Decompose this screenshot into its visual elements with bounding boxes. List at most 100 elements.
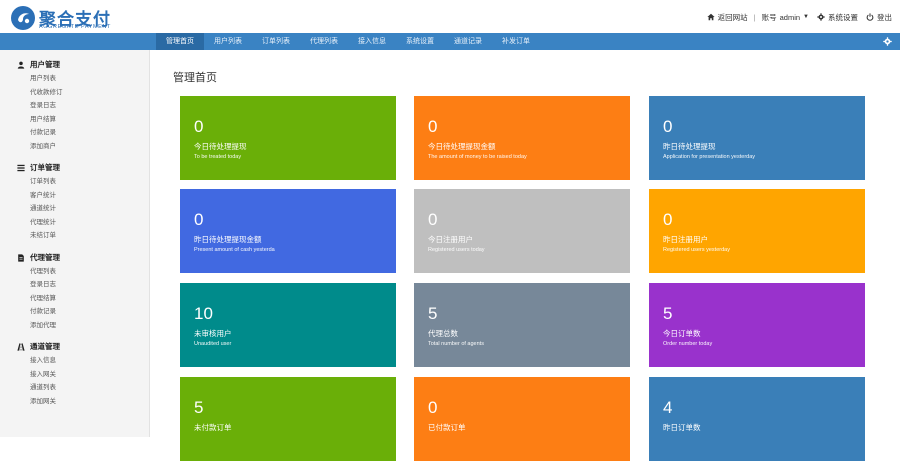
stat-sublabel: The amount of money to be raised today	[428, 154, 527, 160]
sidebar-group-2: 订单管理订单列表 客户统计 通道统计 代理统计 未结订单	[0, 161, 149, 243]
road-icon	[17, 343, 25, 351]
sidebar-link[interactable]: 登录日志	[0, 278, 149, 292]
stat-value: 5	[663, 304, 673, 323]
stat-card[interactable]: 0 今日待处理提现 To be treated today	[180, 96, 396, 180]
account-menu[interactable]: 账号 admin ▼	[762, 12, 809, 23]
stat-value: 4	[663, 398, 673, 417]
nav-tab-7[interactable]: 通道记录	[444, 33, 492, 50]
stat-sublabel: To be treated today	[194, 154, 242, 160]
stat-value: 10	[194, 304, 213, 323]
sidebar-link[interactable]: 用户列表	[0, 72, 149, 86]
stat-value: 0	[428, 210, 438, 229]
sidebar-link[interactable]: 添加商户	[0, 140, 149, 154]
stat-sublabel: Registered users yesterday	[663, 247, 730, 253]
main-content: 管理首页 0 今日待处理提现 To be treated today 0 今日待处理提现…	[150, 50, 900, 461]
stat-card[interactable]: 10 未审核用户 Unaudited user	[180, 283, 396, 367]
sidebar-link[interactable]: 登录日志	[0, 99, 149, 113]
stat-sublabel: Application for presentation yesterday	[663, 154, 756, 160]
stat-label: 今日注册用户	[428, 235, 473, 244]
sidebar-link[interactable]: 接入网关	[0, 368, 149, 382]
sidebar-link[interactable]: 通道列表	[0, 381, 149, 395]
stat-sublabel: Unaudited user	[194, 341, 232, 347]
stat-card[interactable]: 0 今日待处理提现金额 The amount of money to be rais…	[414, 96, 630, 180]
stat-card[interactable]: 0 昨日注册用户 Registered users yesterday	[649, 189, 865, 273]
nav-tab-1[interactable]: 管理首页	[156, 33, 204, 50]
top-header: 聚合支付 AGGREGATE PAYMENT 返回网站 | 账号 admin ▼…	[0, 0, 900, 33]
sidebar-link[interactable]: 代理统计	[0, 216, 149, 230]
sidebar-link[interactable]: 订单列表	[0, 175, 149, 189]
caret-down-icon: ▼	[803, 14, 809, 20]
sidebar-group-title[interactable]: 用户管理	[0, 58, 149, 72]
brand-logo[interactable]: 聚合支付 AGGREGATE PAYMENT	[10, 5, 130, 31]
stat-card[interactable]: 5 未付款订单	[180, 377, 396, 461]
nav-tab-5[interactable]: 接入信息	[348, 33, 396, 50]
sidebar-group-label: 代理管理	[30, 252, 60, 262]
stat-label: 今日待处理提现	[194, 142, 247, 151]
stat-value: 0	[194, 117, 204, 136]
stat-label: 今日订单数	[663, 329, 701, 338]
stat-card[interactable]: 0 今日注册用户 Registered users today	[414, 189, 630, 273]
sidebar: 用户管理 用户列表 代收款修订 登录日志 用户结算 付款记录 添加商户 订单管理 订单列表 客户统…	[0, 50, 150, 437]
sidebar-group-title[interactable]: 通道管理	[0, 340, 149, 354]
sidebar-link[interactable]: 客户统计	[0, 189, 149, 203]
stat-value: 5	[428, 304, 438, 323]
nav-tab-3[interactable]: 订单列表	[252, 33, 300, 50]
stat-card[interactable]: 0 已付款订单	[414, 377, 630, 461]
stat-value: 0	[428, 117, 438, 136]
stat-card[interactable]: 0 昨日待处理提现 Application for presentation yes…	[649, 96, 865, 180]
home-icon	[707, 13, 715, 21]
header-divider: |	[753, 12, 756, 22]
nav-tab-8[interactable]: 补发订单	[492, 33, 540, 50]
sidebar-group-3: 代理管理代理列表 登录日志 代理结算 付款记录 添加代理	[0, 251, 149, 333]
nav-tab-6[interactable]: 系统设置	[396, 33, 444, 50]
nav-tab-2[interactable]: 用户列表	[204, 33, 252, 50]
power-icon	[866, 13, 874, 21]
sidebar-link[interactable]: 付款记录	[0, 126, 149, 140]
stat-value: 0	[663, 117, 673, 136]
sidebar-link[interactable]: 通道统计	[0, 202, 149, 216]
stat-sublabel: Present amount of cash yesterda	[194, 247, 275, 253]
sidebar-link[interactable]: 添加网关	[0, 395, 149, 409]
stat-label: 未审核用户	[194, 329, 232, 338]
stat-label: 昨日注册用户	[663, 235, 708, 244]
account-name: admin	[779, 12, 801, 22]
stat-label: 昨日订单数	[663, 423, 701, 432]
stat-card[interactable]: 4 昨日订单数	[649, 377, 865, 461]
settings-link[interactable]: 系统设置	[817, 12, 858, 23]
sidebar-link[interactable]: 付款记录	[0, 305, 149, 319]
document-icon	[18, 253, 24, 262]
logout-link[interactable]: 登出	[866, 12, 892, 23]
sidebar-link[interactable]: 用户结算	[0, 113, 149, 127]
sidebar-group-4: 通道管理接入信息 接入网关 通道列表 添加网关	[0, 340, 149, 408]
logo-mark-icon	[11, 6, 35, 30]
sidebar-link[interactable]: 接入信息	[0, 354, 149, 368]
sidebar-group-1: 用户管理 用户列表 代收款修订 登录日志 用户结算 付款记录 添加商户	[0, 58, 149, 153]
nav-tab-4[interactable]: 代理列表	[300, 33, 348, 50]
account-prefix: 账号	[761, 12, 777, 22]
sidebar-group-label: 通道管理	[30, 342, 60, 351]
sidebar-group-label: 订单管理	[30, 163, 60, 172]
stat-sublabel: Total number of agents	[428, 341, 484, 347]
logout-label: 登出	[877, 12, 892, 22]
stat-value: 5	[194, 398, 204, 417]
sidebar-link[interactable]: 代理列表	[0, 265, 149, 279]
settings-label: 系统设置	[828, 12, 858, 22]
stat-value: 0	[428, 398, 438, 417]
main-nav: 管理首页 用户列表 订单列表 代理列表 接入信息 系统设置 通道记录 补发订单	[0, 33, 900, 50]
sidebar-link[interactable]: 添加代理	[0, 319, 149, 333]
nav-settings-icon[interactable]	[883, 37, 892, 46]
stat-card[interactable]: 5 今日订单数 Order number today	[649, 283, 865, 367]
sidebar-link[interactable]: 代收款修订	[0, 86, 149, 100]
sidebar-group-title[interactable]: 代理管理	[0, 251, 149, 265]
stat-label: 昨日待处理提现	[663, 142, 716, 151]
home-link[interactable]: 返回网站	[707, 12, 748, 23]
sidebar-link[interactable]: 未结订单	[0, 229, 149, 243]
stat-sublabel: Registered users today	[428, 247, 485, 253]
list-icon	[17, 164, 25, 172]
stat-label: 代理总数	[428, 329, 458, 338]
stat-card[interactable]: 5 代理总数 Total number of agents	[414, 283, 630, 367]
sidebar-group-title[interactable]: 订单管理	[0, 161, 149, 175]
sidebar-link[interactable]: 代理结算	[0, 292, 149, 306]
page-title: 管理首页	[173, 72, 217, 84]
stat-card[interactable]: 0 昨日待处理提现金额 Present amount of cash yesterd…	[180, 189, 396, 273]
